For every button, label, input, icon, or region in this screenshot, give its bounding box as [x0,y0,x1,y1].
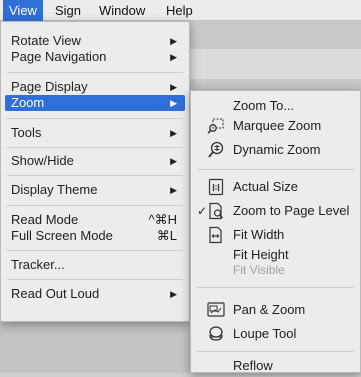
submenu-arrow-icon: ▶ [170,185,177,195]
submenu-arrow-icon: ▶ [170,156,177,166]
menu-item-rotate-view[interactable]: Rotate View ▶ [5,33,185,49]
menu-item-label: Rotate View [11,33,81,48]
menu-item-label: Pan & Zoom [233,302,306,317]
menu-item-label: Display Theme [11,182,98,197]
fit-width-icon [209,226,222,244]
menu-item-label: Marquee Zoom [233,118,322,133]
menu-separator [7,72,183,73]
menu-item-fit-visible: Fit Visible [191,261,360,279]
menu-sign[interactable]: Sign [49,0,87,21]
menu-separator [7,147,183,148]
menu-item-label: Show/Hide [11,153,74,168]
menu-item-full-screen-mode[interactable]: Full Screen Mode ⌘L [5,228,185,244]
menu-item-page-navigation[interactable]: Page Navigation ▶ [5,49,185,65]
menu-item-label: Page Navigation [11,49,107,64]
menu-window[interactable]: Window [93,0,151,21]
submenu-arrow-icon: ▶ [170,128,177,138]
menu-item-label: Reflow [233,358,273,373]
menu-item-loupe-tool[interactable]: Loupe Tool [191,323,360,345]
submenu-arrow-icon: ▶ [170,52,177,62]
shortcut-label: ⌘L [156,228,177,243]
menu-item-page-display[interactable]: Page Display ▶ [5,79,185,95]
menu-item-label: Fit Width [233,227,285,242]
shortcut-label: ^⌘H [148,212,178,227]
menu-separator [197,287,354,288]
loupe-tool-icon [209,326,223,341]
menu-item-label: Dynamic Zoom [233,142,321,157]
menu-item-zoom-to-page-level[interactable]: ✓ Zoom to Page Level [191,200,360,222]
menu-item-label: Page Display [11,79,88,94]
menu-view[interactable]: View [3,0,43,21]
view-menu: Rotate View ▶ Page Navigation ▶ Page Dis… [0,21,190,322]
menu-separator [7,118,183,119]
menu-item-label: Read Mode [11,212,79,227]
menu-separator [7,279,183,280]
menu-item-dynamic-zoom[interactable]: Dynamic Zoom [191,139,360,161]
menu-item-zoom[interactable]: Zoom ▶ [5,95,185,111]
submenu-arrow-icon: ▶ [170,82,177,92]
menu-separator [7,205,183,206]
dynamic-zoom-icon [208,141,224,158]
menu-item-fit-width[interactable]: Fit Width [191,224,360,246]
menu-item-label: Tools [11,125,42,140]
checkmark-icon: ✓ [197,204,208,218]
menu-item-reflow[interactable]: Reflow [191,355,360,377]
submenu-arrow-icon: ▶ [170,36,177,46]
menu-item-label: Full Screen Mode [11,228,113,243]
menu-item-label: Actual Size [233,179,299,194]
menu-separator [7,175,183,176]
marquee-zoom-icon [207,118,224,134]
zoom-submenu: Zoom To... Marquee Zoom Dynamic Zoom Act… [190,90,361,373]
menu-item-label: Fit Visible [233,263,285,277]
menu-item-label: Zoom To... [233,98,295,113]
pan-zoom-icon [207,302,225,317]
menu-item-zoom-to[interactable]: Zoom To... [191,95,360,117]
menu-bar: View Sign Window Help [0,0,361,21]
zoom-page-level-icon [209,202,224,220]
menu-separator [7,250,183,251]
menu-item-display-theme[interactable]: Display Theme ▶ [5,182,185,198]
menu-item-pan-and-zoom[interactable]: Pan & Zoom [191,299,360,321]
menu-item-label: Zoom to Page Level [233,203,350,218]
menu-separator [197,351,354,352]
actual-size-icon [208,178,224,196]
menu-item-tools[interactable]: Tools ▶ [5,125,185,141]
submenu-arrow-icon: ▶ [170,289,177,299]
menu-item-label: Read Out Loud [11,286,100,301]
menu-item-actual-size[interactable]: Actual Size [191,176,360,198]
menu-item-read-mode[interactable]: Read Mode ^⌘H [5,212,185,228]
submenu-arrow-icon: ▶ [170,98,177,108]
menu-help[interactable]: Help [160,0,199,21]
menu-item-read-out-loud[interactable]: Read Out Loud ▶ [5,286,185,302]
menu-item-marquee-zoom[interactable]: Marquee Zoom [191,115,360,137]
menu-item-label: Tracker... [11,257,65,272]
menu-item-tracker[interactable]: Tracker... [5,257,185,273]
menu-item-label: Zoom [11,95,45,110]
menu-item-label: Loupe Tool [233,326,297,341]
menu-item-show-hide[interactable]: Show/Hide ▶ [5,153,185,169]
menu-separator [197,169,354,170]
